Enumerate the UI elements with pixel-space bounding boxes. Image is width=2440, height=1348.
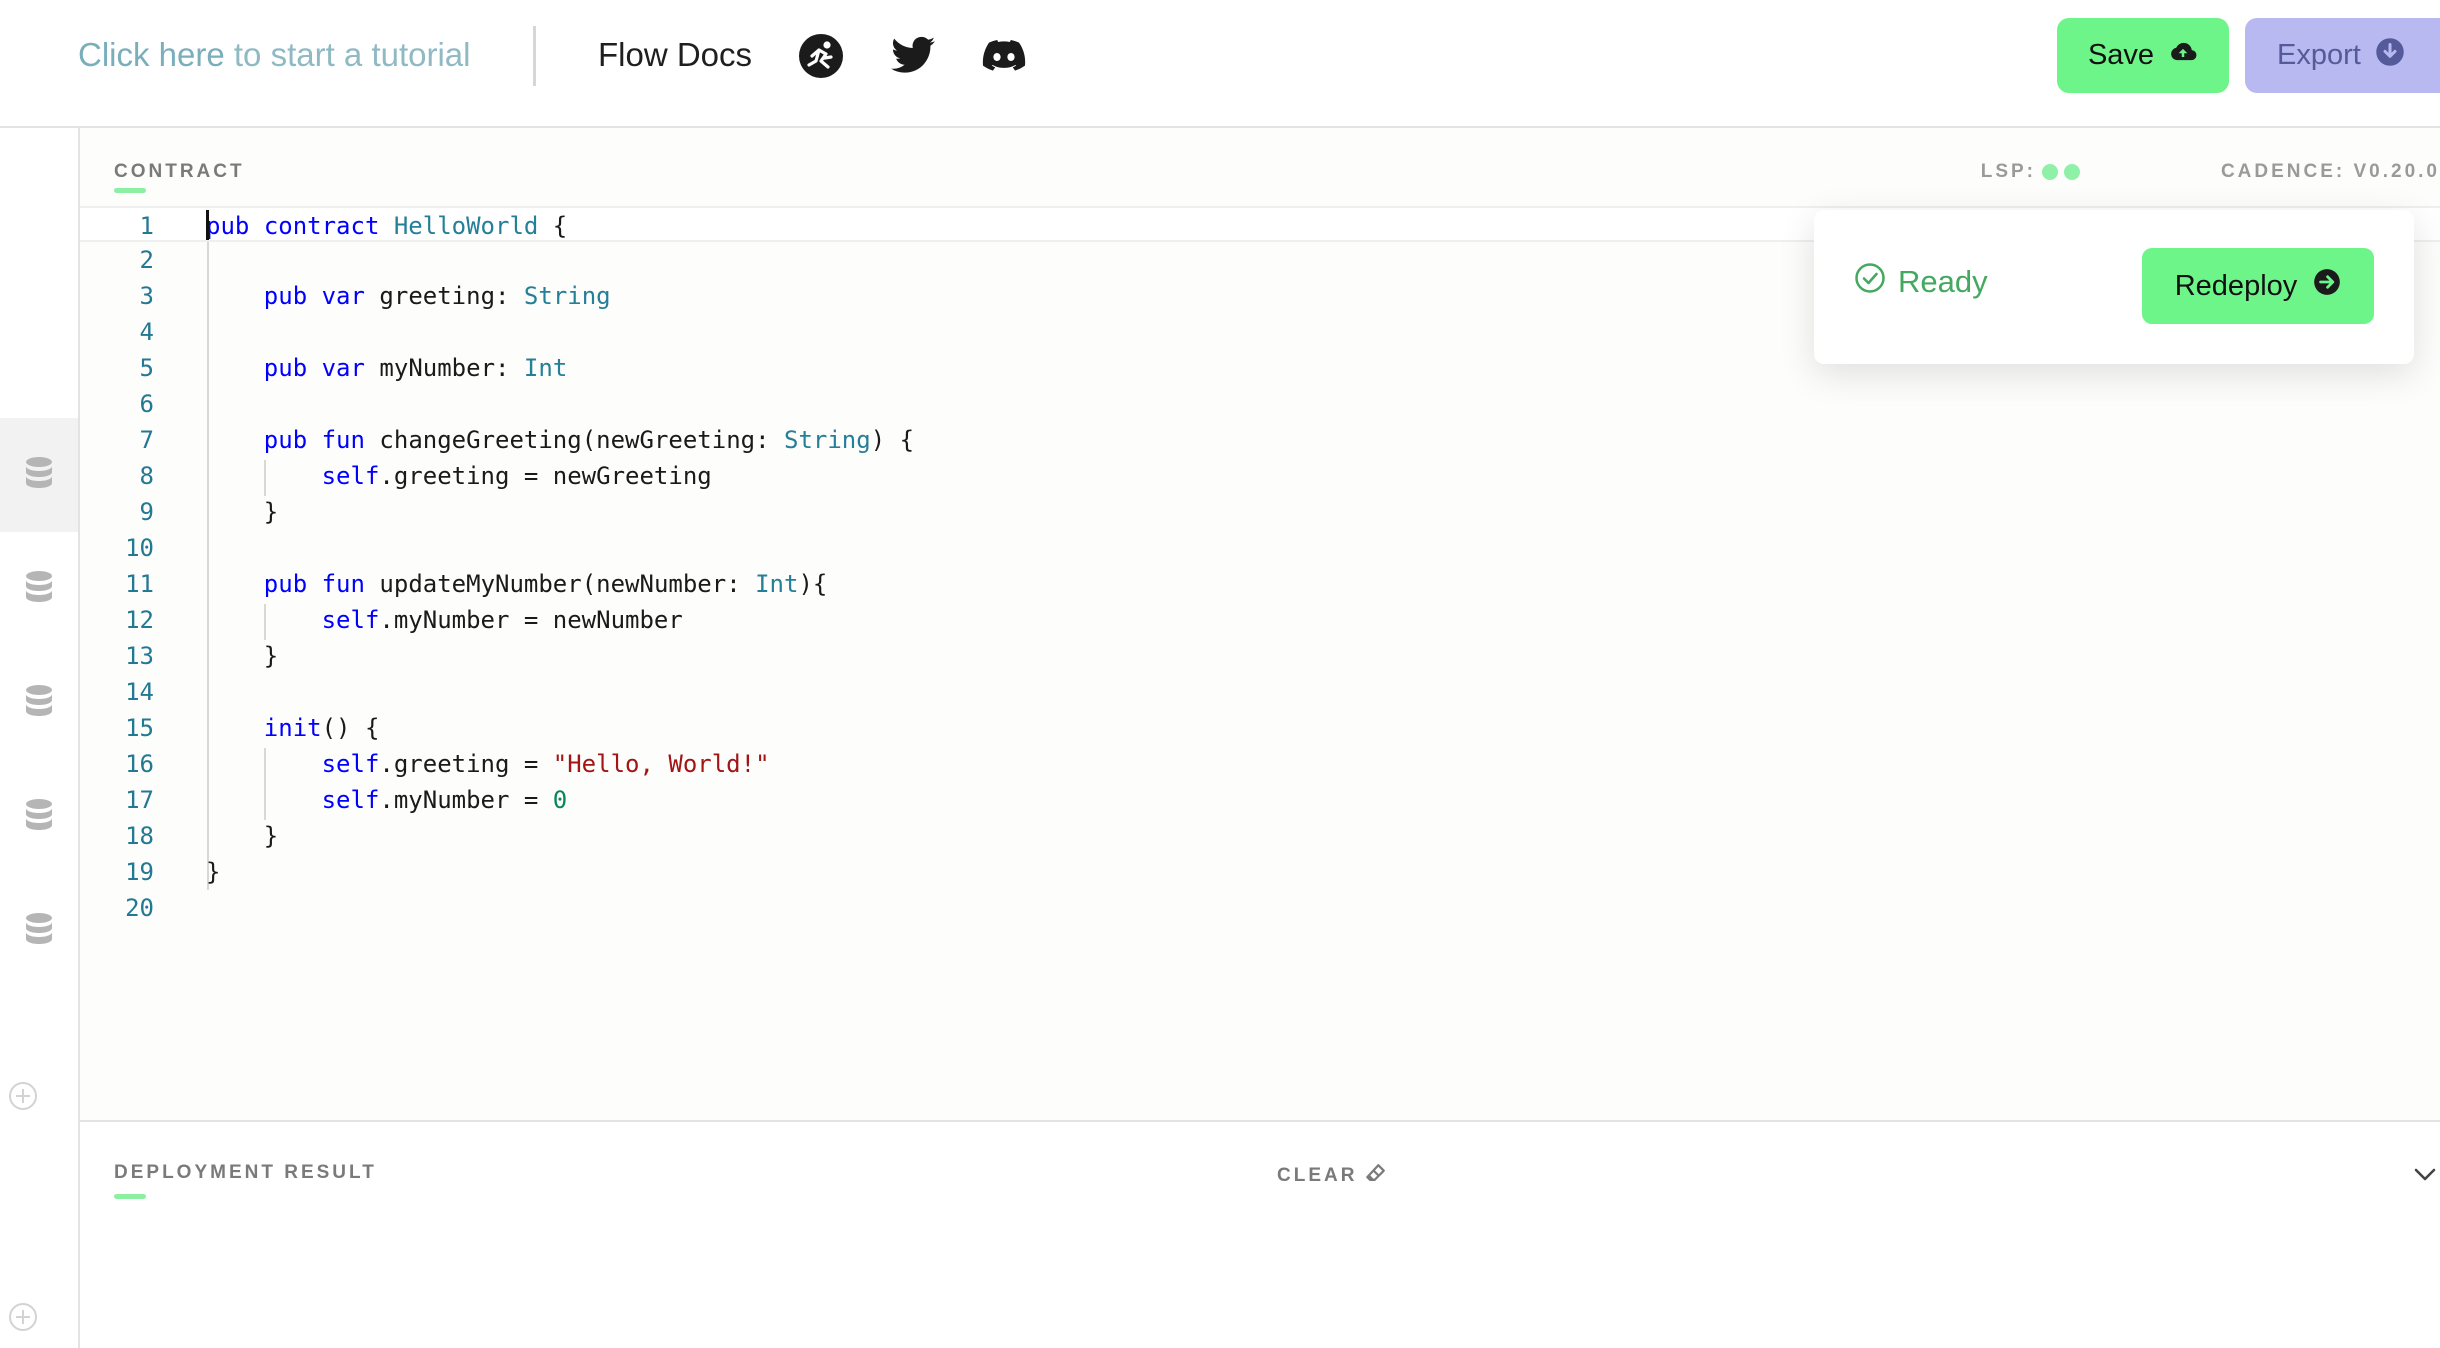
line-number: 15 — [125, 714, 154, 742]
chevron-down-icon[interactable] — [2410, 1160, 2440, 1190]
code-text[interactable]: self.myNumber = newNumber — [206, 602, 683, 638]
check-circle-icon — [1854, 262, 1886, 302]
export-label: Export — [2277, 39, 2361, 71]
tutorial-link-highlight[interactable]: Click here — [78, 36, 225, 73]
sidebar-item-account-4[interactable] — [0, 760, 78, 874]
code-text[interactable]: pub var greeting: String — [206, 278, 611, 314]
deployment-result-panel: DEPLOYMENT RESULT CLEAR — [80, 1120, 2440, 1348]
clear-label: CLEAR — [1277, 1165, 1358, 1186]
database-icon — [24, 912, 54, 951]
code-line[interactable]: 15 init() { — [80, 710, 2440, 746]
save-label: Save — [2087, 39, 2155, 71]
database-icon — [24, 570, 54, 609]
code-text[interactable]: init() { — [206, 710, 380, 746]
line-number: 4 — [139, 318, 154, 346]
code-line[interactable]: 13 } — [80, 638, 2440, 674]
line-number: 18 — [125, 822, 154, 850]
sidebar-item-account-1[interactable] — [0, 418, 78, 532]
line-number: 20 — [125, 894, 154, 922]
line-number: 11 — [125, 570, 154, 598]
line-number: 9 — [139, 498, 154, 526]
line-number: 19 — [125, 858, 154, 886]
line-number: 3 — [139, 282, 154, 310]
database-icon — [24, 798, 54, 837]
code-text[interactable]: } — [206, 494, 278, 530]
redeploy-button[interactable]: Redeploy — [2142, 248, 2374, 324]
code-line[interactable]: 18 } — [80, 818, 2440, 854]
sidebar-item-account-3[interactable] — [0, 646, 78, 760]
flow-docs-link[interactable]: Flow Docs — [598, 36, 752, 74]
tutorial-link[interactable]: Click here to start a tutorial — [78, 36, 471, 74]
line-number: 16 — [125, 750, 154, 778]
code-text[interactable]: pub fun changeGreeting(newGreeting: Stri… — [206, 422, 914, 458]
redeploy-label: Redeploy — [2174, 269, 2298, 302]
code-line[interactable]: 11 pub fun updateMyNumber(newNumber: Int… — [80, 566, 2440, 602]
sidebar-item-account-2[interactable] — [0, 532, 78, 646]
code-line[interactable]: 20 — [80, 890, 2440, 926]
code-line[interactable]: 9 } — [80, 494, 2440, 530]
line-number: 8 — [139, 462, 154, 490]
flow-runner-icon[interactable] — [797, 32, 845, 80]
arrow-right-circle-icon — [2313, 268, 2341, 304]
line-number: 14 — [125, 678, 154, 706]
code-line[interactable]: 19} — [80, 854, 2440, 890]
code-line[interactable]: 8 self.greeting = newGreeting — [80, 458, 2440, 494]
line-number: 6 — [139, 390, 154, 418]
code-line[interactable]: 10 — [80, 530, 2440, 566]
add-transaction-icon[interactable] — [8, 1302, 38, 1332]
line-number: 1 — [139, 212, 154, 240]
sidebar-item-account-5[interactable] — [0, 874, 78, 988]
status-text: Ready — [1898, 264, 1988, 299]
contract-section-label: CONTRACT — [114, 161, 245, 182]
lsp-label: LSP: — [1980, 161, 2036, 182]
top-bar: Click here to start a tutorial Flow Docs… — [0, 0, 2440, 128]
section-underline — [114, 1194, 146, 1199]
deployment-result-label: DEPLOYMENT RESULT — [114, 1162, 377, 1183]
download-circle-icon — [2375, 37, 2405, 75]
database-icon — [24, 456, 54, 495]
database-icon — [24, 684, 54, 723]
line-number: 7 — [139, 426, 154, 454]
code-text[interactable]: self.greeting = newGreeting — [206, 458, 712, 494]
code-line[interactable]: 7 pub fun changeGreeting(newGreeting: St… — [80, 422, 2440, 458]
discord-icon[interactable] — [980, 32, 1028, 80]
line-number: 2 — [139, 246, 154, 274]
lsp-dot-1 — [2042, 164, 2058, 180]
line-number: 12 — [125, 606, 154, 634]
add-contract-icon[interactable] — [8, 1081, 38, 1111]
code-line[interactable]: 6 — [80, 386, 2440, 422]
code-text[interactable]: pub contract HelloWorld { — [206, 208, 567, 244]
deploy-popup: Ready Redeploy — [1814, 210, 2414, 364]
line-number: 5 — [139, 354, 154, 382]
header-divider — [533, 26, 536, 86]
code-line[interactable]: 14 — [80, 674, 2440, 710]
export-button[interactable]: Export — [2245, 18, 2440, 93]
line-number: 10 — [125, 534, 154, 562]
code-line[interactable]: 12 self.myNumber = newNumber — [80, 602, 2440, 638]
code-text[interactable]: } — [206, 818, 278, 854]
line-number: 17 — [125, 786, 154, 814]
twitter-icon[interactable] — [889, 32, 937, 80]
tutorial-link-text[interactable]: to start a tutorial — [225, 36, 471, 73]
code-text[interactable]: pub fun updateMyNumber(newNumber: Int){ — [206, 566, 828, 602]
line-number: 13 — [125, 642, 154, 670]
code-text[interactable]: } — [206, 638, 278, 674]
cloud-upload-icon — [2168, 37, 2198, 75]
code-text[interactable]: self.myNumber = 0 — [206, 782, 568, 818]
code-text[interactable]: pub var myNumber: Int — [206, 350, 567, 386]
lsp-status: LSP: — [1981, 161, 2080, 183]
code-text[interactable]: } — [206, 854, 220, 890]
lsp-dot-2 — [2064, 164, 2080, 180]
section-underline — [114, 188, 146, 193]
clear-button[interactable]: CLEAR — [1277, 1162, 1387, 1190]
save-button[interactable]: Save — [2057, 18, 2229, 93]
code-text[interactable]: self.greeting = "Hello, World!" — [206, 746, 770, 782]
eraser-icon — [1365, 1162, 1387, 1190]
deploy-status: Ready — [1854, 262, 1988, 302]
cadence-version: CADENCE: V0.20.0 — [2220, 161, 2440, 182]
code-line[interactable]: 16 self.greeting = "Hello, World!" — [80, 746, 2440, 782]
left-sidebar — [0, 128, 80, 1348]
code-line[interactable]: 17 self.myNumber = 0 — [80, 782, 2440, 818]
text-cursor — [206, 210, 209, 240]
